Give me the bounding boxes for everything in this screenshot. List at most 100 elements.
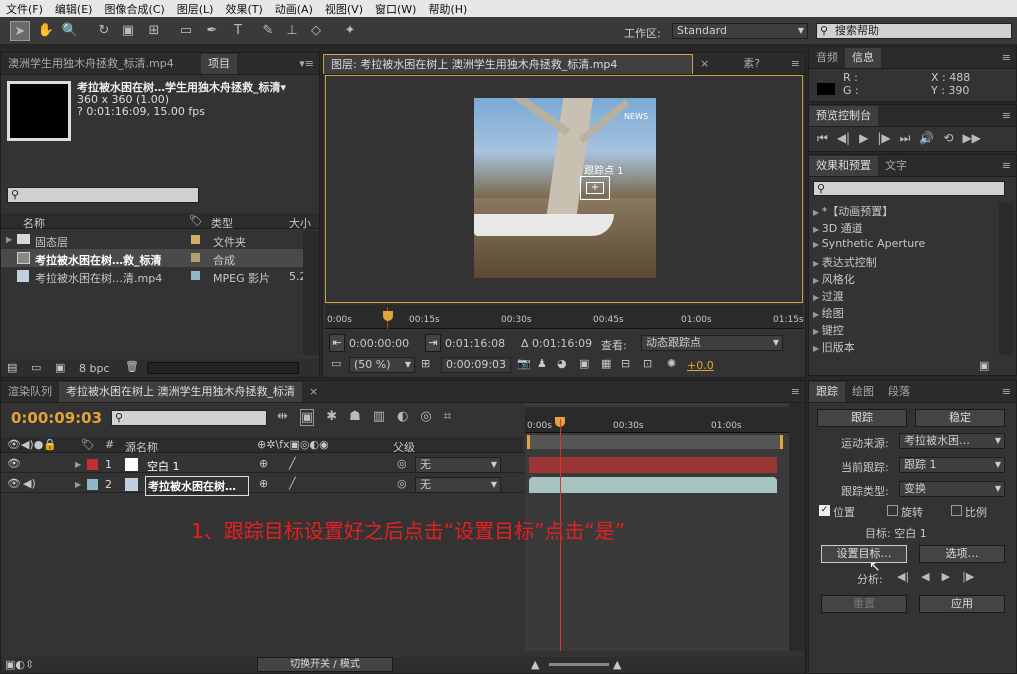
workspace-dropdown[interactable]: Standard (672, 23, 808, 39)
in-point-time[interactable]: 0:00:00:00 (349, 337, 409, 350)
reset-button[interactable]: 重置 (821, 595, 907, 613)
new-composition-icon[interactable]: ▣ (55, 361, 65, 374)
panel-menu-icon[interactable]: ▾≡ (294, 54, 319, 74)
audio-icon[interactable]: 🔊 (919, 131, 934, 146)
ram-preview-icon[interactable]: ▶▶ (962, 131, 980, 146)
motion-source-dropdown[interactable]: 考拉被水困… (899, 433, 1005, 449)
apply-button[interactable]: 应用 (919, 595, 1005, 613)
selection-tool-icon[interactable]: ➤ (10, 21, 30, 41)
exposure-reset-icon[interactable]: ✺ (667, 357, 676, 370)
list-item[interactable]: 考拉被水困在树…救_标清 合成 (1, 249, 303, 267)
scale-checkbox[interactable] (951, 505, 962, 516)
motion-blur-icon[interactable]: ◐ (397, 409, 408, 426)
tab-render-queue[interactable]: 渲染队列 (1, 382, 59, 402)
comp-mini-flowchart-icon[interactable]: ⇹ (277, 409, 288, 426)
layer-name[interactable]: 空白 1 (147, 458, 180, 474)
expand-triangle-icon[interactable]: ▶ (813, 208, 822, 217)
expand-triangle-icon[interactable]: ▶ (813, 344, 822, 353)
analyze-back-frame-icon[interactable]: ◀| (897, 570, 909, 583)
tab-info[interactable]: 信息 (845, 48, 881, 68)
menu-edit[interactable]: 编辑(E) (49, 1, 99, 17)
toggle-switches-modes-button[interactable]: 切换开关 / 模式 (257, 657, 393, 672)
tab-character[interactable]: 文字 (878, 156, 914, 176)
timeline-zoom-slider[interactable] (549, 663, 609, 666)
previous-frame-icon[interactable]: ◀| (837, 131, 850, 146)
trash-icon[interactable]: 🗑 (125, 360, 139, 373)
menu-effect[interactable]: 效果(T) (219, 1, 268, 17)
expand-triangle-icon[interactable]: ▶ (813, 293, 822, 302)
quality-switch-icon[interactable]: ╱ (289, 457, 296, 470)
expand-triangle-icon[interactable]: ▶ (813, 327, 822, 336)
timeline-current-time[interactable]: 0:00:09:03 (11, 409, 102, 427)
pickwhip-icon[interactable]: ◎ (397, 457, 407, 470)
set-in-point-icon[interactable]: ⇤ (329, 334, 345, 352)
options-button[interactable]: 选项… (919, 545, 1005, 563)
timeline-search-input[interactable]: ⚲ (111, 410, 267, 426)
menu-animation[interactable]: 动画(A) (269, 1, 319, 17)
toggle-panes-icon[interactable]: ▣◐⇳ (5, 658, 34, 671)
track-type-dropdown[interactable]: 变换 (899, 481, 1005, 497)
project-scrollbar[interactable] (303, 231, 319, 355)
horizontal-scrollbar[interactable] (147, 362, 299, 374)
visibility-eye-icon[interactable]: 👁 (7, 457, 21, 470)
layer-name[interactable]: 考拉被水困在树… (145, 476, 249, 496)
puppet-tool-icon[interactable]: ✦ (340, 21, 360, 41)
position-checkbox[interactable]: ✓ (819, 505, 830, 516)
zoom-tool-icon[interactable]: 🔍 (60, 21, 80, 41)
viewer-time-ruler[interactable]: 0:00s 00:15s 00:30s 00:45s 01:00s 01:15s (325, 305, 804, 329)
tab-tracker[interactable]: 跟踪 (809, 382, 845, 402)
expand-triangle-icon[interactable]: ▶ (813, 225, 822, 234)
list-item[interactable]: ▶ 固态层 文件夹 (1, 231, 303, 249)
close-icon[interactable]: × (693, 54, 716, 74)
hand-tool-icon[interactable]: ✋ (36, 21, 56, 41)
tab-composition[interactable]: 考拉被水困在树上 澳洲学生用独木舟拯救_标清 (59, 382, 302, 402)
parent-dropdown[interactable]: 无 (415, 457, 501, 473)
track-point-feature-box[interactable]: + (586, 182, 604, 194)
first-frame-icon[interactable]: ⏮ (817, 131, 828, 146)
quality-switch-icon[interactable]: ╱ (289, 477, 296, 490)
rotation-checkbox[interactable] (887, 505, 898, 516)
search-help-input[interactable]: ⚲ 搜索帮助 (816, 23, 1012, 39)
expand-triangle-icon[interactable]: ▶ (813, 240, 822, 249)
close-icon[interactable]: × (302, 382, 325, 402)
col-name[interactable]: 名称 (23, 215, 45, 231)
tab-project[interactable]: 项目 (201, 54, 237, 74)
tab-preview[interactable]: 预览控制台 (809, 106, 878, 126)
col-size[interactable]: 大小 (289, 215, 311, 231)
camera-tool-icon[interactable]: ▣ (118, 21, 138, 41)
clone-stamp-tool-icon[interactable]: ⊥ (282, 21, 302, 41)
list-item[interactable]: ▶ 风格化 (813, 271, 997, 288)
list-item[interactable]: ▶ 旧版本 (813, 339, 997, 356)
play-icon[interactable]: ▶ (859, 131, 868, 146)
timeline-scrollbar[interactable] (789, 403, 805, 651)
tab-footage[interactable]: 素? (736, 54, 767, 74)
pan-behind-tool-icon[interactable]: ⊞ (144, 21, 164, 41)
shy-switch-icon[interactable]: ⊕ (259, 457, 268, 470)
new-folder-icon[interactable]: ▭ (31, 361, 41, 374)
menu-composition[interactable]: 图像合成(C) (98, 1, 170, 17)
panel-menu-icon[interactable]: ≡ (786, 54, 805, 74)
col-type[interactable]: 类型 (211, 215, 233, 231)
col-parent[interactable]: 父级 (393, 439, 415, 455)
current-time-field[interactable]: 0:00:09:03 (441, 357, 511, 373)
frame-blending-icon[interactable]: ▥ (373, 409, 385, 426)
analyze-backward-icon[interactable]: ◀ (921, 570, 929, 583)
draft-3d-icon[interactable]: ✱ (326, 409, 337, 426)
table-row[interactable]: 👁 ▶ 1 空白 1 ⊕ ╱ ◎ 无 (1, 455, 523, 473)
interpret-footage-icon[interactable]: ▤ (7, 361, 17, 374)
playhead-marker[interactable] (383, 311, 393, 321)
viewer-canvas[interactable]: NEWS 跟踪点 1 + (325, 75, 803, 303)
rectangle-tool-icon[interactable]: ▭ (176, 21, 196, 41)
visibility-eye-icon[interactable]: 👁 (7, 477, 21, 490)
expand-triangle-icon[interactable]: ▶ (75, 460, 81, 469)
effects-search-input[interactable]: ⚲ (813, 181, 1005, 196)
color-channels-icon[interactable]: ◕ (557, 357, 567, 370)
out-point-time[interactable]: 0:01:16:08 (445, 337, 505, 350)
expand-triangle-icon[interactable]: ▶ (813, 310, 822, 319)
region-of-interest-icon[interactable]: ⊞ (421, 357, 430, 370)
analyze-forward-icon[interactable]: ▶ (942, 570, 950, 583)
pickwhip-icon[interactable]: ◎ (397, 477, 407, 490)
panel-menu-icon[interactable]: ≡ (786, 382, 805, 402)
tab-paragraph[interactable]: 段落 (881, 382, 917, 402)
parent-dropdown[interactable]: 无 (415, 477, 501, 493)
